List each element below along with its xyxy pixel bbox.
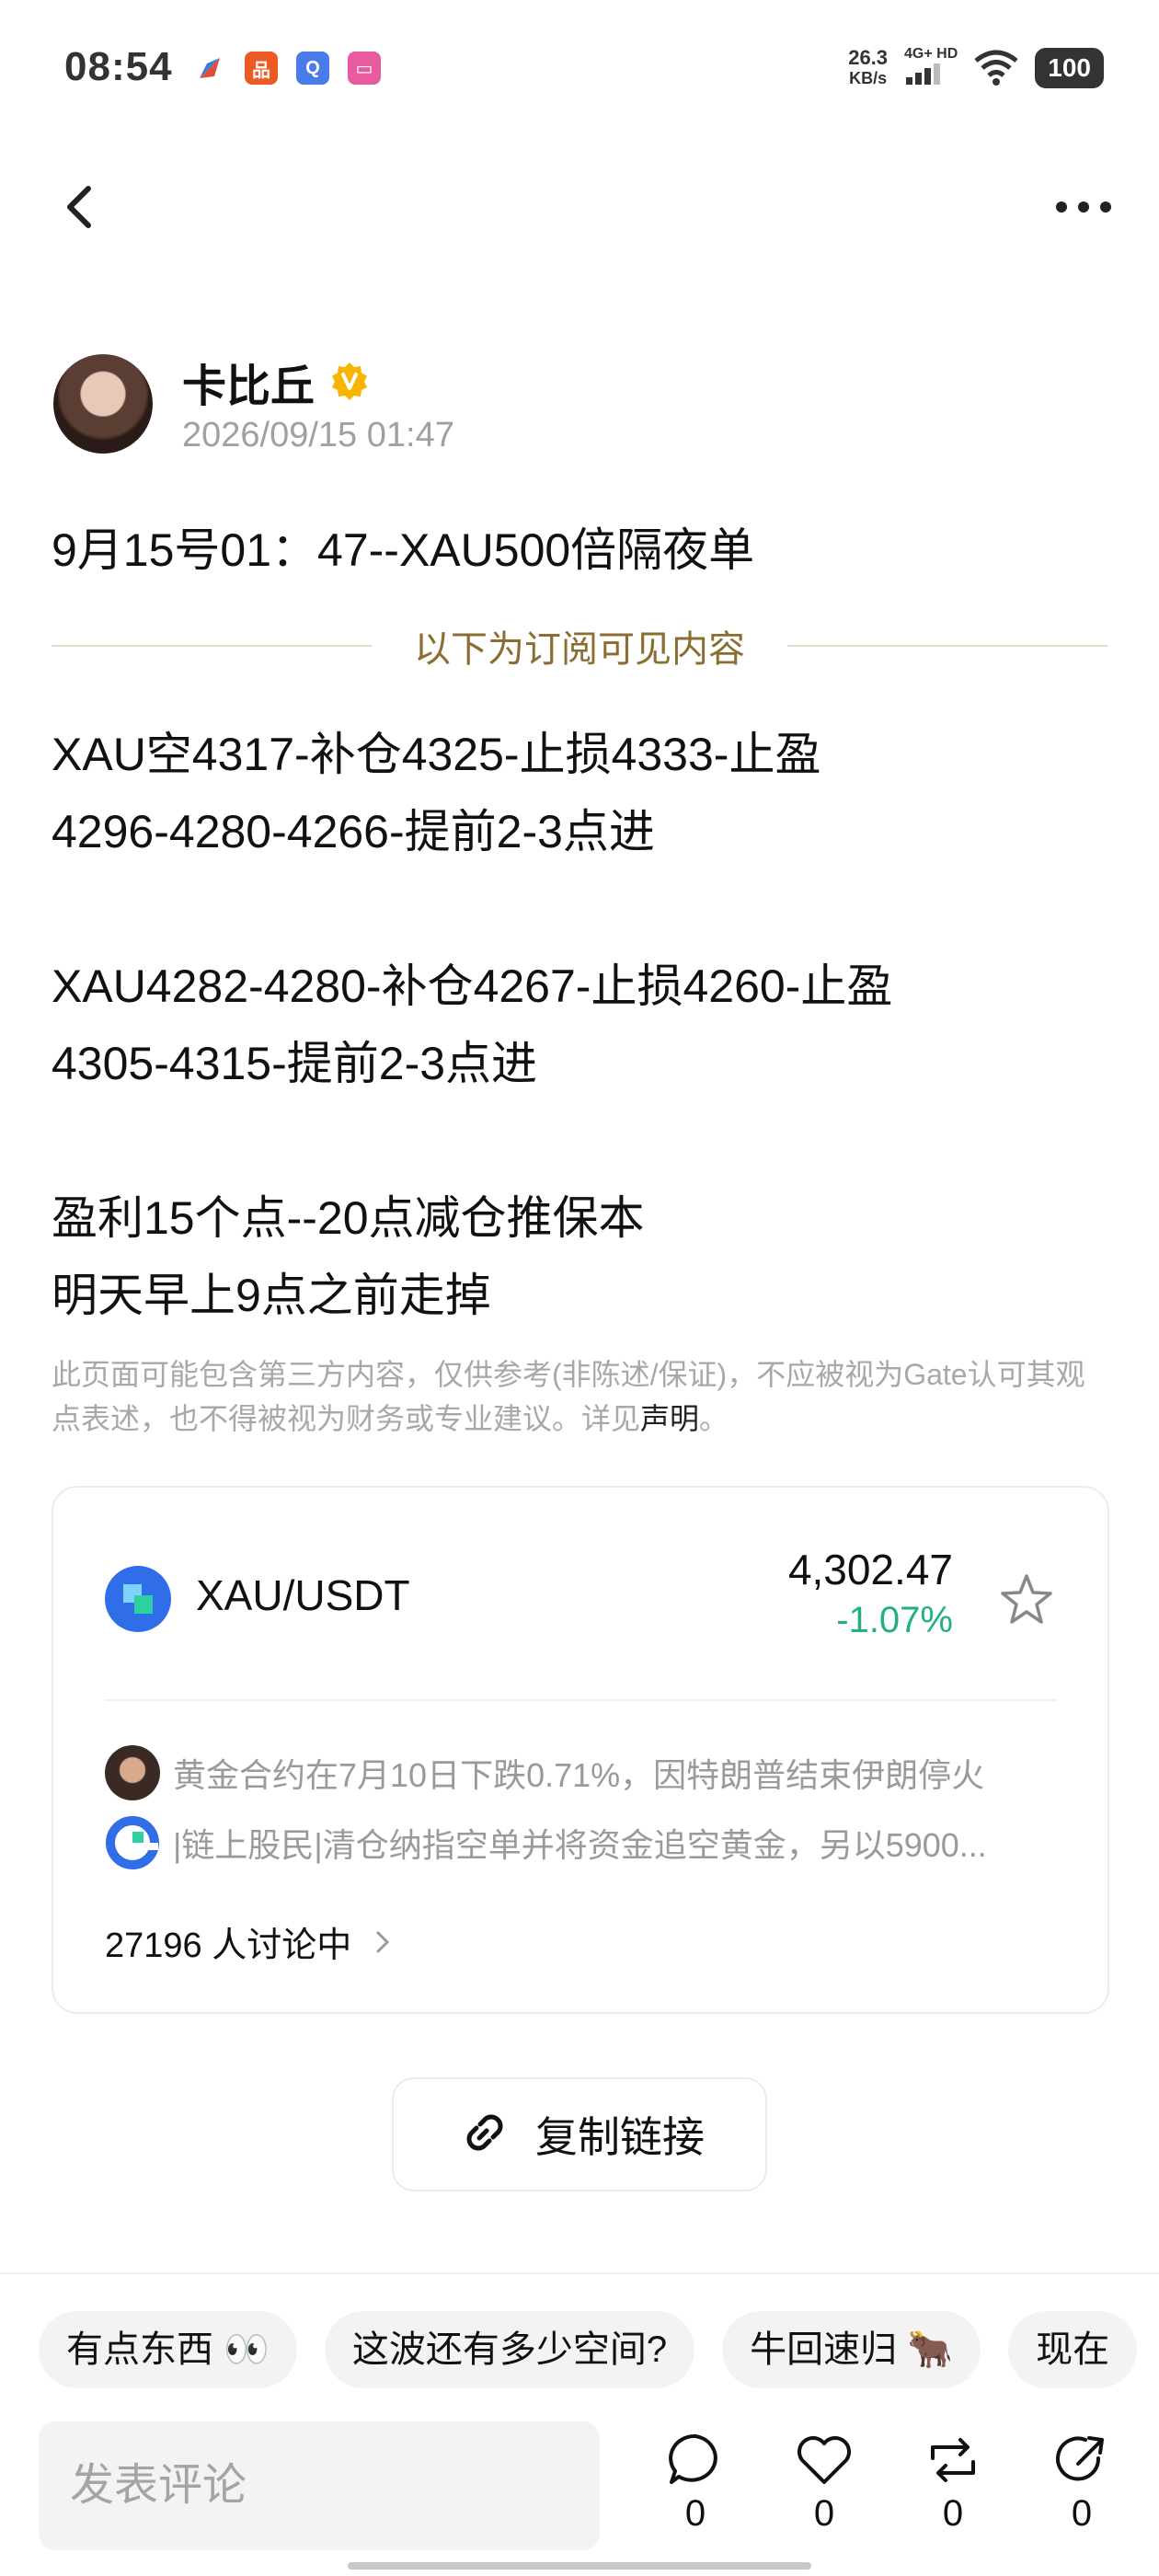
app-notification-icon: ▭ (348, 52, 381, 85)
disclaimer-text: 此页面可能包含第三方内容，仅供参考(非陈述/保证)，不应被视为Gate认可其观点… (52, 1358, 1085, 1435)
favorite-star-icon[interactable] (997, 1570, 1056, 1629)
post-title: 9月15号01：47--XAU500倍隔夜单 (52, 524, 755, 576)
like-count: 0 (813, 2493, 835, 2534)
quick-reply-chip[interactable]: 牛回速归 🐂 (722, 2311, 981, 2388)
gate-logo-icon (106, 1816, 159, 1869)
card-divider (105, 1699, 1056, 1701)
content-line: 4296-4280-4266-提前2-3点进 (52, 806, 655, 857)
pair-change: -1.07% (836, 1600, 953, 1640)
pair-name: XAU/USDT (196, 1571, 410, 1619)
pair-price: 4,302.47 (787, 1546, 953, 1593)
share-count: 0 (1071, 2493, 1093, 2534)
repost-button[interactable]: 0 (916, 2431, 990, 2535)
content-line: XAU空4317-补仓4325-止损4333-止盈 (52, 729, 821, 780)
comment-input[interactable]: 发表评论 (39, 2421, 600, 2550)
app-notification-icon: Q (296, 52, 329, 85)
link-icon (466, 2114, 503, 2151)
section-divider (0, 2272, 1159, 2274)
xau-coin-icon (105, 1566, 171, 1632)
subscribe-divider: 以下为订阅可见内容 (52, 618, 1107, 673)
repost-count: 0 (942, 2493, 964, 2534)
comment-icon (669, 2433, 717, 2484)
more-button[interactable] (1047, 189, 1120, 225)
disclaimer-end: 。 (699, 1402, 729, 1435)
wifi-icon (974, 50, 1018, 86)
content-line: 明天早上9点之前走掉 (52, 1270, 491, 1321)
post-content: XAU空4317-补仓4325-止损4333-止盈 4296-4280-4266… (52, 716, 1109, 1334)
author-avatar[interactable] (53, 354, 153, 454)
content-line: 4305-4315-提前2-3点进 (52, 1038, 538, 1089)
news-avatar (105, 1745, 160, 1800)
verified-badge-icon (332, 362, 367, 400)
heart-icon (798, 2436, 851, 2484)
battery-icon: 100 (1035, 47, 1104, 88)
content-line: XAU4282-4280-补仓4267-止损4260-止盈 (52, 960, 893, 1012)
share-button[interactable]: 0 (1045, 2431, 1119, 2535)
quick-reply-chip[interactable]: 这波还有多少空间? (324, 2311, 695, 2388)
disclaimer: 此页面可能包含第三方内容，仅供参考(非陈述/保证)，不应被视为Gate认可其观点… (52, 1352, 1109, 1441)
copy-link-label: 复制链接 (535, 2113, 705, 2161)
app-notification-icon: 品 (245, 52, 278, 85)
quick-reply-chip[interactable]: 有点东西 👀 (39, 2311, 297, 2388)
network-speed: 26.3 KB/s (848, 45, 889, 87)
more-dot-icon (1078, 201, 1089, 213)
status-app-icons: 品 Q ▭ (193, 52, 381, 85)
quick-replies: 有点东西 👀 这波还有多少空间? 牛回速归 🐂 现在 (39, 2311, 1138, 2388)
more-dot-icon (1100, 201, 1111, 213)
news-item[interactable]: 黄金合约在7月10日下跌0.71%，因特朗普结束伊朗停火 (105, 1745, 1061, 1800)
discussion-link[interactable]: 27196 人讨论中 (105, 1916, 392, 1967)
comment-button[interactable]: 0 (659, 2431, 732, 2535)
like-button[interactable]: 0 (787, 2431, 861, 2535)
chevron-right-icon (376, 1931, 390, 1952)
post-timestamp: 2026/09/15 01:47 (182, 416, 454, 454)
more-dot-icon (1056, 201, 1067, 213)
divider-line (52, 645, 372, 647)
share-icon (1056, 2436, 1104, 2481)
status-bar: 08:54 品 Q ▭ 26.3 KB/s 4G+ HD 100 (0, 0, 1159, 138)
news-item[interactable]: |链上股民|清仓纳指空单并将资金追空黄金，另以5900... (105, 1815, 1061, 1870)
back-button[interactable] (55, 179, 101, 235)
quick-reply-chip[interactable]: 现在 (1008, 2311, 1138, 2388)
subscribe-divider-label: 以下为订阅可见内容 (414, 629, 745, 670)
status-time: 08:54 (64, 44, 173, 89)
divider-line (787, 645, 1107, 647)
author-name[interactable]: 卡比丘 (182, 350, 315, 414)
home-indicator[interactable] (348, 2562, 811, 2570)
app-notification-icon (193, 52, 226, 85)
signal-icon: 4G+ HD (904, 46, 958, 89)
market-card[interactable]: XAU/USDT 4,302.47 -1.07% 黄金合约在7月10日下跌0.7… (52, 1486, 1109, 2014)
discussion-count: 27196 人讨论中 (105, 1926, 352, 1965)
disclaimer-link[interactable]: 声明 (640, 1402, 699, 1435)
content-line (52, 1102, 1109, 1179)
comment-count: 0 (684, 2493, 706, 2534)
content-line (52, 870, 1109, 948)
content-line: 盈利15个点--20点减仓推保本 (52, 1192, 645, 1244)
news-text: 黄金合约在7月10日下跌0.71%，因特朗普结束伊朗停火 (173, 1756, 985, 1794)
repost-icon (931, 2438, 975, 2482)
copy-link-button[interactable]: 复制链接 (392, 2077, 767, 2191)
chevron-left-icon (67, 186, 91, 228)
news-text: |链上股民|清仓纳指空单并将资金追空黄金，另以5900... (173, 1826, 987, 1864)
